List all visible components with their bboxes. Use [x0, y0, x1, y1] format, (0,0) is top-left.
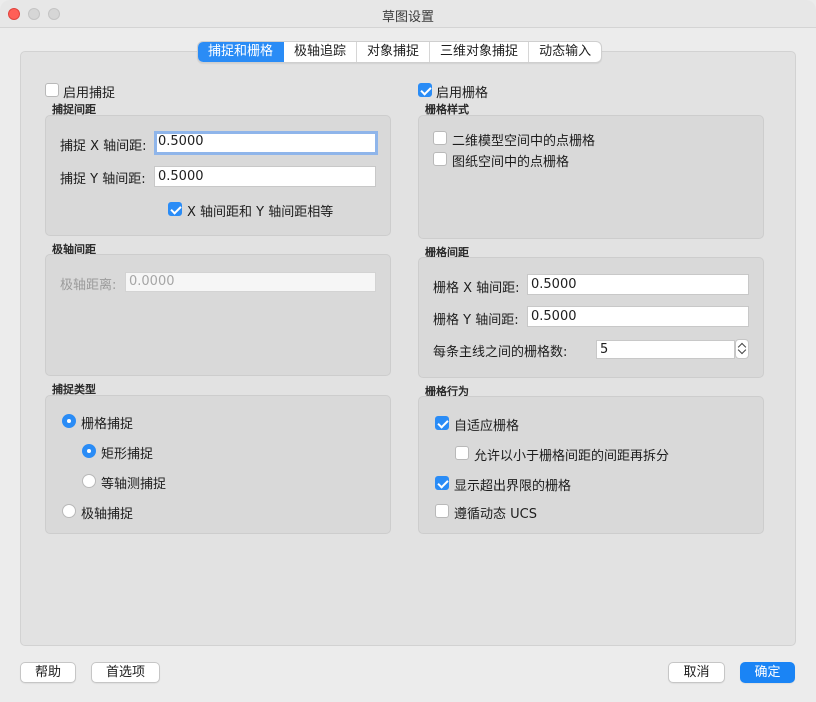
grid-snap-radio[interactable] [62, 414, 76, 428]
title-bar: 草图设置 [0, 0, 816, 28]
snap-spacing-group: 捕捉 X 轴间距: 0.5000 捕捉 Y 轴间距: 0.5000 X 轴间距和… [45, 115, 391, 236]
tab-dynamic-input[interactable]: 动态输入 [529, 42, 601, 62]
follow-ucs-checkbox[interactable] [435, 504, 449, 518]
enable-grid-checkbox[interactable] [418, 83, 432, 97]
major-line-label: 每条主线之间的栅格数: [433, 345, 568, 360]
grid-snap-label: 栅格捕捉 [81, 417, 134, 432]
rect-snap-label: 矩形捕捉 [101, 447, 154, 462]
grid-y-input[interactable]: 0.5000 [527, 306, 749, 327]
snap-x-label: 捕捉 X 轴间距: [60, 139, 147, 154]
tab-3d-object-snap[interactable]: 三维对象捕捉 [430, 42, 530, 62]
rect-snap-radio[interactable] [82, 444, 96, 458]
grid-x-input[interactable]: 0.5000 [527, 274, 749, 295]
snap-y-input[interactable]: 0.5000 [154, 166, 376, 187]
tab-snap-and-grid[interactable]: 捕捉和栅格 [198, 42, 285, 62]
enable-grid-label: 启用栅格 [436, 86, 489, 101]
polar-distance-input[interactable]: 0.0000 [125, 272, 376, 292]
grid-x-label: 栅格 X 轴间距: [433, 281, 520, 296]
grid-y-label: 栅格 Y 轴间距: [433, 313, 519, 328]
snap-y-label: 捕捉 Y 轴间距: [60, 172, 146, 187]
polar-snap-radio[interactable] [62, 504, 76, 518]
grid-spacing-group: 栅格 X 轴间距: 0.5000 栅格 Y 轴间距: 0.5000 每条主线之间… [418, 257, 764, 378]
tab-polar-tracking[interactable]: 极轴追踪 [284, 42, 358, 62]
grid-2d-model-label: 二维模型空间中的点栅格 [452, 134, 596, 149]
tab-bar: 捕捉和栅格 极轴追踪 对象捕捉 三维对象捕捉 动态输入 [197, 41, 603, 63]
grid-2d-model-checkbox[interactable] [433, 131, 447, 145]
window-title: 草图设置 [381, 10, 434, 25]
subdivide-label: 允许以小于栅格间距的间距再拆分 [474, 449, 670, 464]
snap-x-input[interactable]: 0.5000 [154, 131, 378, 155]
polar-spacing-group: 极轴距离: 0.0000 [45, 254, 391, 376]
polar-distance-label: 极轴距离: [60, 278, 117, 293]
iso-snap-radio[interactable] [82, 474, 96, 488]
follow-ucs-label: 遵循动态 UCS [454, 507, 537, 522]
major-line-stepper[interactable] [735, 339, 749, 359]
tab-object-snap[interactable]: 对象捕捉 [357, 42, 431, 62]
beyond-limits-checkbox[interactable] [435, 476, 449, 490]
sketch-settings-window: 草图设置 捕捉和栅格 极轴追踪 对象捕捉 三维对象捕捉 动态输入 启用捕捉 捕捉… [0, 0, 816, 702]
adaptive-grid-checkbox[interactable] [435, 416, 449, 430]
polar-snap-label: 极轴捕捉 [81, 507, 134, 522]
options-button[interactable]: 首选项 [91, 662, 160, 683]
grid-paper-space-label: 图纸空间中的点栅格 [452, 155, 570, 170]
snap-type-group: 栅格捕捉 矩形捕捉 等轴测捕捉 极轴捕捉 [45, 395, 391, 534]
help-button[interactable]: 帮助 [20, 662, 76, 683]
grid-style-group: 二维模型空间中的点栅格 图纸空间中的点栅格 [418, 115, 764, 239]
grid-paper-space-checkbox[interactable] [433, 152, 447, 166]
enable-snap-label: 启用捕捉 [63, 86, 116, 101]
beyond-limits-label: 显示超出界限的栅格 [454, 479, 572, 494]
xy-equal-checkbox[interactable] [168, 202, 182, 216]
xy-equal-label: X 轴间距和 Y 轴间距相等 [187, 205, 334, 220]
ok-button[interactable]: 确定 [740, 662, 795, 683]
major-line-input[interactable]: 5 [596, 340, 735, 359]
grid-behavior-group: 自适应栅格 允许以小于栅格间距的间距再拆分 显示超出界限的栅格 遵循动态 UCS [418, 396, 764, 534]
adaptive-grid-label: 自适应栅格 [454, 419, 520, 434]
iso-snap-label: 等轴测捕捉 [101, 477, 167, 492]
subdivide-checkbox[interactable] [455, 446, 469, 460]
enable-snap-checkbox[interactable] [45, 83, 59, 97]
cancel-button[interactable]: 取消 [668, 662, 725, 683]
